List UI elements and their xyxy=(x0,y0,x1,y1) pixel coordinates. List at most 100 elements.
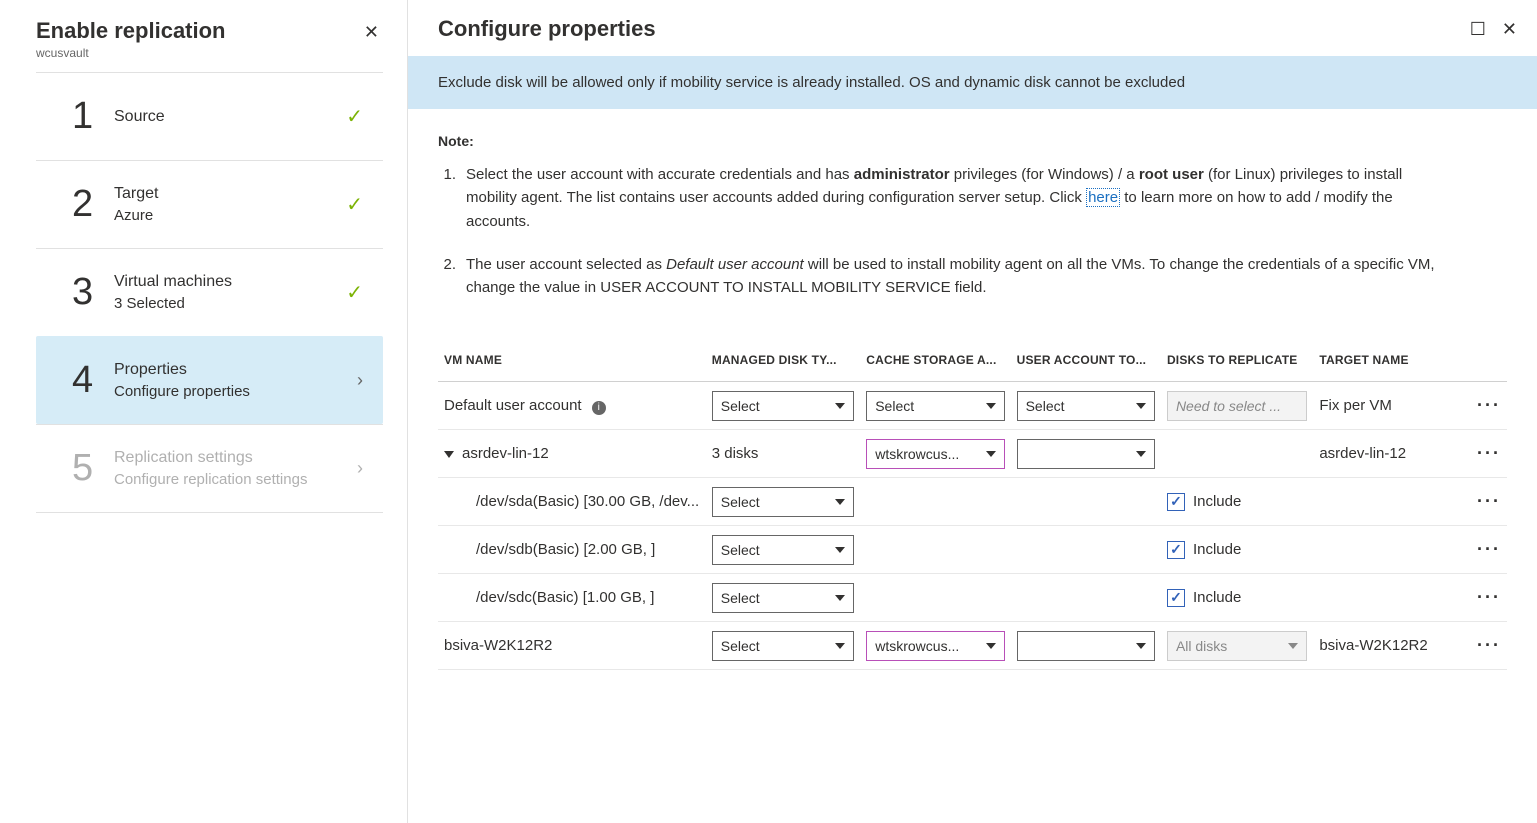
user-account-select[interactable]: Select xyxy=(1017,391,1155,421)
main-panel: Configure properties ☐ ✕ Exclude disk wi… xyxy=(408,0,1537,823)
step-number: 3 xyxy=(72,271,114,314)
row-more-button[interactable]: ··· xyxy=(1477,443,1501,463)
cache-storage-select[interactable]: wtskrowcus... xyxy=(866,439,1004,469)
blade-title: Enable replication xyxy=(36,18,226,44)
cell-disk-name: /dev/sda(Basic) [30.00 GB, /dev... xyxy=(438,478,706,526)
row-more-button[interactable]: ··· xyxy=(1477,491,1501,511)
table-row-vm: asrdev-lin-12 3 disks wtskrowcus... asrd… xyxy=(438,430,1507,478)
step-number: 2 xyxy=(72,183,114,226)
maximize-icon[interactable]: ☐ xyxy=(1470,19,1486,40)
close-icon[interactable]: ✕ xyxy=(360,18,383,47)
step-replication-settings: 5 Replication settings Configure replica… xyxy=(36,424,383,513)
step-sub: Configure replication settings xyxy=(114,471,357,488)
managed-disk-type-cell: 3 disks xyxy=(706,430,860,478)
table-row-default: Default user account i Select Select Sel… xyxy=(438,382,1507,430)
include-disk-checkbox[interactable]: ✓ Include xyxy=(1167,493,1307,511)
chevron-down-icon xyxy=(986,403,996,409)
close-icon[interactable]: ✕ xyxy=(1502,19,1517,40)
target-name-cell: bsiva-W2K12R2 xyxy=(1313,622,1465,670)
row-more-button[interactable]: ··· xyxy=(1477,395,1501,415)
step-sub: Configure properties xyxy=(114,383,357,400)
row-more-button[interactable]: ··· xyxy=(1477,587,1501,607)
check-icon: ✓ xyxy=(1170,589,1182,606)
check-icon: ✓ xyxy=(346,280,363,305)
row-more-button[interactable]: ··· xyxy=(1477,635,1501,655)
step-title: Replication settings xyxy=(114,449,357,467)
cell-vm-name: Default user account i xyxy=(438,382,706,430)
step-number: 4 xyxy=(72,359,114,402)
managed-disk-type-select[interactable]: Select xyxy=(712,535,854,565)
step-sub: Azure xyxy=(114,207,346,224)
check-icon: ✓ xyxy=(346,192,363,217)
step-number: 5 xyxy=(72,447,114,490)
include-disk-checkbox[interactable]: ✓ Include xyxy=(1167,541,1307,559)
cache-storage-select[interactable]: wtskrowcus... xyxy=(866,631,1004,661)
wizard-sidebar: Enable replication wcusvault ✕ 1 Source … xyxy=(0,0,408,823)
th-target-name: TARGET NAME xyxy=(1313,339,1465,382)
check-icon: ✓ xyxy=(1170,541,1182,558)
step-properties[interactable]: 4 Properties Configure properties › xyxy=(36,336,383,424)
cell-disk-name: /dev/sdb(Basic) [2.00 GB, ] xyxy=(438,526,706,574)
target-name-cell: Fix per VM xyxy=(1313,382,1465,430)
managed-disk-type-select[interactable]: Select xyxy=(712,631,854,661)
step-source[interactable]: 1 Source ✓ xyxy=(36,72,383,160)
properties-table: VM NAME MANAGED DISK TY... CACHE STORAGE… xyxy=(438,339,1507,670)
step-sub: 3 Selected xyxy=(114,295,346,312)
step-title: Source xyxy=(114,108,346,126)
disks-replicate-select: All disks xyxy=(1167,631,1307,661)
th-managed-disk-type: MANAGED DISK TY... xyxy=(706,339,860,382)
include-label: Include xyxy=(1193,493,1241,510)
chevron-down-icon xyxy=(835,547,845,553)
step-number: 1 xyxy=(72,95,114,138)
cell-disk-name: /dev/sdc(Basic) [1.00 GB, ] xyxy=(438,574,706,622)
table-row-disk: /dev/sda(Basic) [30.00 GB, /dev... Selec… xyxy=(438,478,1507,526)
chevron-down-icon xyxy=(835,595,845,601)
expand-icon[interactable] xyxy=(444,451,454,458)
user-account-select[interactable] xyxy=(1017,439,1155,469)
check-icon: ✓ xyxy=(1170,493,1182,510)
note-index: 2. xyxy=(438,253,466,300)
table-row-disk: /dev/sdb(Basic) [2.00 GB, ] Select ✓ Incl… xyxy=(438,526,1507,574)
step-target[interactable]: 2 Target Azure ✓ xyxy=(36,160,383,248)
user-account-select[interactable] xyxy=(1017,631,1155,661)
managed-disk-type-select[interactable]: Select xyxy=(712,487,854,517)
note-text: Select the user account with accurate cr… xyxy=(466,163,1453,233)
target-name-cell: asrdev-lin-12 xyxy=(1313,430,1465,478)
page-title: Configure properties xyxy=(438,16,656,42)
chevron-down-icon xyxy=(1288,643,1298,649)
chevron-right-icon: › xyxy=(357,370,363,391)
chevron-down-icon xyxy=(835,499,845,505)
cell-vm-name: bsiva-W2K12R2 xyxy=(438,622,706,670)
step-title: Properties xyxy=(114,361,357,379)
chevron-down-icon xyxy=(986,451,996,457)
include-disk-checkbox[interactable]: ✓ Include xyxy=(1167,589,1307,607)
th-user-account: USER ACCOUNT TO... xyxy=(1011,339,1161,382)
chevron-down-icon xyxy=(835,403,845,409)
note-label: Note: xyxy=(438,133,1453,149)
th-cache-storage: CACHE STORAGE A... xyxy=(860,339,1010,382)
managed-disk-type-select[interactable]: Select xyxy=(712,391,854,421)
row-more-button[interactable]: ··· xyxy=(1477,539,1501,559)
managed-disk-type-select[interactable]: Select xyxy=(712,583,854,613)
th-disks-replicate: DISKS TO REPLICATE xyxy=(1161,339,1313,382)
info-icon[interactable]: i xyxy=(592,401,606,415)
cell-vm-name[interactable]: asrdev-lin-12 xyxy=(438,430,706,478)
learn-more-link[interactable]: here xyxy=(1086,188,1120,207)
blade-subtitle: wcusvault xyxy=(36,46,226,60)
th-vm-name: VM NAME xyxy=(438,339,706,382)
chevron-down-icon xyxy=(1136,403,1146,409)
chevron-right-icon: › xyxy=(357,458,363,479)
chevron-down-icon xyxy=(835,643,845,649)
step-title: Virtual machines xyxy=(114,273,346,291)
chevron-down-icon xyxy=(1136,451,1146,457)
include-label: Include xyxy=(1193,589,1241,606)
cache-storage-select[interactable]: Select xyxy=(866,391,1004,421)
step-virtual-machines[interactable]: 3 Virtual machines 3 Selected ✓ xyxy=(36,248,383,336)
note-text: The user account selected as Default use… xyxy=(466,253,1453,300)
check-icon: ✓ xyxy=(346,104,363,129)
chevron-down-icon xyxy=(986,643,996,649)
disks-replicate-select: Need to select ... xyxy=(1167,391,1307,421)
step-title: Target xyxy=(114,185,346,203)
include-label: Include xyxy=(1193,541,1241,558)
note-index: 1. xyxy=(438,163,466,233)
